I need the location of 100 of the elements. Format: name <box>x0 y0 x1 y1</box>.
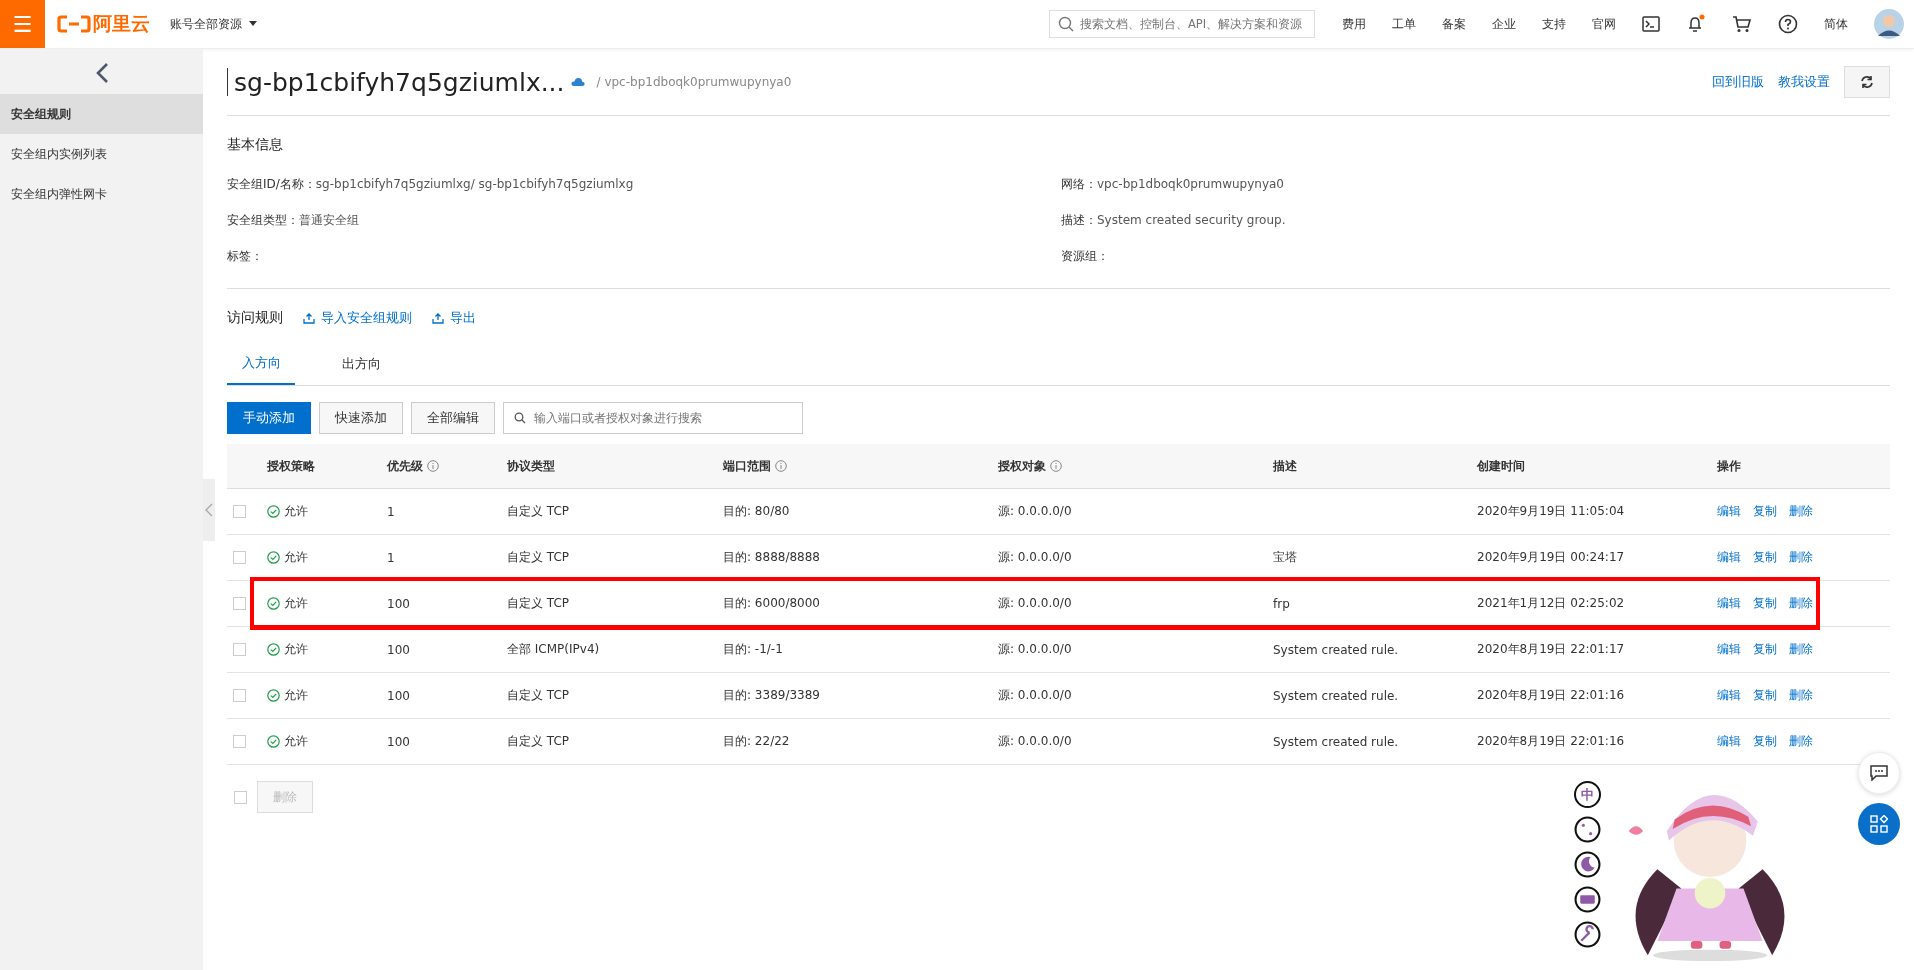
table-cell: 1 <box>387 504 395 519</box>
page-title: sg-bp1cbifyh7q5gziumlx... <box>234 67 565 97</box>
direction-tab[interactable]: 出方向 <box>327 343 395 385</box>
chat-button[interactable] <box>1858 752 1900 794</box>
table-cell: 目的: 8888/8888 <box>723 549 820 566</box>
field-label: 安全组ID/名称： <box>227 175 316 193</box>
header-link[interactable]: 教我设置 <box>1778 73 1830 91</box>
toolbar-button[interactable]: 全部编辑 <box>411 402 495 434</box>
row-checkbox[interactable] <box>233 597 246 610</box>
row-action-link[interactable]: 复制 <box>1753 733 1777 750</box>
sidebar-item[interactable]: 安全组内实例列表 <box>0 134 203 174</box>
column-header: 创建时间 <box>1477 457 1525 475</box>
apps-button[interactable] <box>1858 803 1900 845</box>
nav-link[interactable]: 官网 <box>1592 15 1616 33</box>
account-dropdown[interactable]: 账号全部资源 <box>170 15 258 33</box>
caret-icon <box>248 21 258 27</box>
refresh-button[interactable] <box>1844 66 1890 98</box>
rule-search-field[interactable]: 输入端口或者授权对象进行搜索 <box>503 402 803 434</box>
column-header: 端口范围 <box>723 457 771 475</box>
table-cell: 源: 0.0.0.0/0 <box>998 503 1072 520</box>
table-cell: 目的: 3389/3389 <box>723 687 820 704</box>
add-button[interactable]: 手动添加 <box>227 402 311 434</box>
ime-mode-button[interactable]: 中 <box>1574 781 1601 808</box>
collapse-icon[interactable] <box>94 62 109 84</box>
import-link[interactable]: 导入安全组规则 <box>303 309 412 327</box>
table-cell: 允许 <box>284 733 308 750</box>
table-cell: 2020年8月19日 22:01:17 <box>1477 641 1625 658</box>
row-action-link[interactable]: 删除 <box>1789 733 1813 750</box>
row-action-link[interactable]: 复制 <box>1753 549 1777 566</box>
table-cell: 2021年1月12日 02:25:02 <box>1477 595 1625 612</box>
table-cell: 2020年9月19日 11:05:04 <box>1477 503 1625 520</box>
search-field[interactable]: 搜索文档、控制台、API、解决方案和资源 <box>1049 10 1315 38</box>
sidebar-handle[interactable] <box>203 479 215 541</box>
toolbar-button[interactable]: 快速添加 <box>319 402 403 434</box>
menu-button[interactable]: ☰ <box>0 0 45 48</box>
row-action-link[interactable]: 删除 <box>1789 503 1813 520</box>
table-cell: 1 <box>387 550 395 565</box>
row-action-link[interactable]: 删除 <box>1789 595 1813 612</box>
field-value: sg-bp1cbifyh7q5gziumlxg/ sg-bp1cbifyh7q5gziumlxg <box>315 177 634 191</box>
wrench-icon[interactable] <box>1574 921 1601 948</box>
nav-link[interactable]: 备案 <box>1442 15 1466 33</box>
cloud-icon <box>570 77 585 87</box>
upload-icon <box>303 312 315 324</box>
row-action-link[interactable]: 删除 <box>1789 549 1813 566</box>
field-label: 资源组： <box>1061 247 1109 265</box>
check-circle-icon <box>267 505 280 518</box>
refresh-icon <box>1860 75 1874 89</box>
header-link[interactable]: 回到旧版 <box>1712 73 1764 91</box>
nav-link[interactable]: 工单 <box>1392 15 1416 33</box>
row-action-link[interactable]: 编辑 <box>1717 733 1741 750</box>
check-circle-icon <box>267 735 280 748</box>
direction-tab[interactable]: 入方向 <box>227 343 295 385</box>
row-checkbox[interactable] <box>233 505 246 518</box>
table-cell: System created rule. <box>1273 688 1399 703</box>
punctuation-icon[interactable] <box>1574 816 1601 843</box>
apps-icon <box>1870 815 1888 833</box>
table-cell: 100 <box>387 734 410 749</box>
table-cell: 源: 0.0.0.0/0 <box>998 549 1072 566</box>
upload-icon <box>432 312 444 324</box>
avatar-icon[interactable] <box>1874 9 1904 39</box>
row-action-link[interactable]: 删除 <box>1789 687 1813 704</box>
help-icon[interactable] <box>1778 14 1798 34</box>
row-action-link[interactable]: 编辑 <box>1717 687 1741 704</box>
row-checkbox[interactable] <box>233 643 246 656</box>
row-checkbox[interactable] <box>233 551 246 564</box>
sidebar-item[interactable]: 安全组内弹性网卡 <box>0 174 203 214</box>
row-action-link[interactable]: 编辑 <box>1717 549 1741 566</box>
row-checkbox[interactable] <box>233 689 246 702</box>
table-cell: System created rule. <box>1273 734 1399 749</box>
row-action-link[interactable]: 复制 <box>1753 641 1777 658</box>
cart-icon[interactable] <box>1732 15 1752 33</box>
language-link[interactable]: 简体 <box>1824 15 1848 33</box>
row-action-link[interactable]: 复制 <box>1753 503 1777 520</box>
bell-icon[interactable] <box>1686 14 1706 34</box>
row-action-link[interactable]: 复制 <box>1753 687 1777 704</box>
row-action-link[interactable]: 编辑 <box>1717 503 1741 520</box>
nav-link[interactable]: 企业 <box>1492 15 1516 33</box>
table-cell: 目的: 22/22 <box>723 733 790 750</box>
row-action-link[interactable]: 编辑 <box>1717 595 1741 612</box>
logo-text: 阿里云 <box>93 11 150 36</box>
row-action-link[interactable]: 删除 <box>1789 641 1813 658</box>
export-link[interactable]: 导出 <box>432 309 476 327</box>
row-checkbox[interactable] <box>233 735 246 748</box>
table-cell: System created rule. <box>1273 642 1399 657</box>
column-header: 授权策略 <box>267 457 315 475</box>
moon-icon[interactable] <box>1574 851 1601 878</box>
search-icon <box>1058 16 1074 32</box>
row-action-link[interactable]: 编辑 <box>1717 641 1741 658</box>
table-cell: 2020年8月19日 22:01:16 <box>1477 687 1625 704</box>
select-all-checkbox[interactable] <box>234 790 247 804</box>
field-value: System created security group. <box>1097 213 1286 227</box>
sidebar-item[interactable]: 安全组规则 <box>0 94 203 134</box>
terminal-icon[interactable] <box>1642 16 1660 32</box>
table-cell: 目的: 6000/8000 <box>723 595 820 612</box>
nav-link[interactable]: 费用 <box>1342 15 1366 33</box>
check-circle-icon <box>267 689 280 702</box>
row-action-link[interactable]: 复制 <box>1753 595 1777 612</box>
table-cell: 自定义 TCP <box>507 549 570 566</box>
nav-link[interactable]: 支持 <box>1542 15 1566 33</box>
keyboard-icon[interactable] <box>1574 886 1601 913</box>
